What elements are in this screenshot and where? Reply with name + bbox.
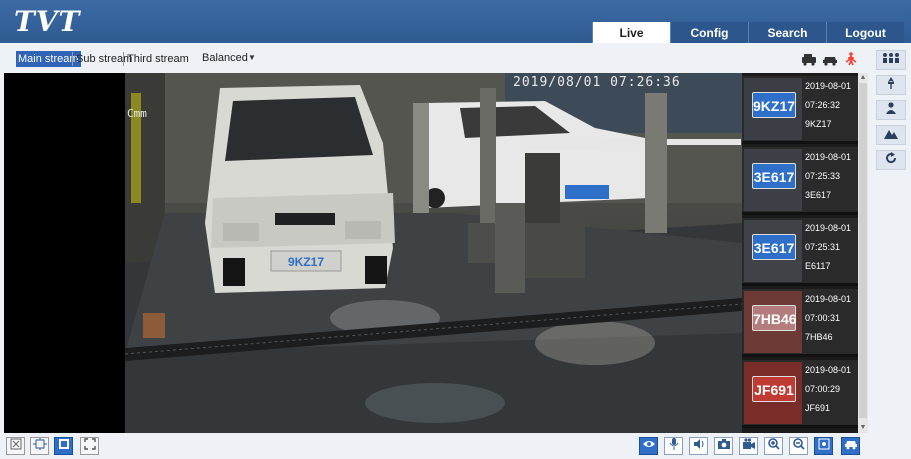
tab-logout[interactable]: Logout [826,22,904,43]
app-window: TVT Live Config Search Logout Main strea… [0,0,911,459]
capture-date: 2019-08-01 [805,152,852,162]
osd-label: Cmm [127,107,147,120]
capture-item[interactable]: 3E617 2019-08-01 07:25:33 3E617 [742,147,862,215]
mountain-icon[interactable] [876,125,906,145]
ptz-icon[interactable] [814,437,833,455]
capture-time: 07:26:32 [805,100,841,110]
capture-time: 07:00:29 [805,384,841,394]
capture-date: 2019-08-01 [805,365,852,375]
capture-date: 2019-08-01 [805,294,852,304]
tab-config[interactable]: Config [670,22,748,43]
person-icon[interactable] [876,100,906,120]
zoom-in-icon[interactable] [764,437,783,455]
tab-search[interactable]: Search [748,22,826,43]
close-window-icon[interactable] [6,437,25,455]
capture-plate-text: 9KZ17 [805,119,832,129]
people-group-icon[interactable] [876,50,906,70]
car-icon[interactable] [822,52,838,66]
capture-thumbnail: 3E617 [744,149,802,211]
chevron-down-icon[interactable]: ▼ [248,53,256,62]
capture-plate-text: 7HB46 [805,332,833,342]
scroll-thumb[interactable] [859,83,867,418]
main-stream-tab[interactable]: Main stream [16,51,81,67]
stream-divider [123,52,124,66]
capture-item[interactable]: JF691 2019-08-01 07:00:29 JF691 [742,360,862,428]
osd-timestamp: 2019/08/01 07:26:36 [513,75,681,90]
plate-image: 7HB46 [752,305,797,331]
speaker-icon[interactable] [689,437,708,455]
svg-text:9KZ17: 9KZ17 [288,255,324,269]
capture-time: 07:25:31 [805,242,841,252]
capture-scrollbar[interactable]: ▲ ▼ [858,73,868,433]
side-panel [869,43,911,459]
stream-toolbar: Main stream Sub stream Third stream Bala… [0,43,868,73]
capture-thumbnail: 9KZ17 [744,78,802,140]
plate-image: 9KZ17 [752,92,796,118]
capture-plate-text: E6117 [805,261,831,271]
fit-window-icon[interactable] [30,437,49,455]
capture-item[interactable]: 9KZ17 2019-08-01 07:26:32 9KZ17 [742,76,862,144]
capture-thumbnail: 3E617 [744,220,802,282]
capture-item[interactable]: 3E617 2019-08-01 07:25:31 E6117 [742,218,862,286]
live-video[interactable]: 9KZ17 2019/08/01 07:26:36 Cmm 9KZ17 2019… [4,73,862,433]
capture-list: 9KZ17 2019-08-01 07:26:32 9KZ17 3E617 20… [742,73,862,433]
bottom-toolbar [0,433,911,459]
tab-live[interactable]: Live [592,22,670,43]
third-stream-tab[interactable]: Third stream [125,51,191,67]
capture-plate-text: JF691 [805,403,831,413]
video-letterbox [4,73,125,433]
capture-time: 07:25:33 [805,171,841,181]
zoom-out-icon[interactable] [789,437,808,455]
camera-feed[interactable]: 9KZ17 2019/08/01 07:26:36 Cmm [125,73,742,433]
microphone-icon[interactable] [664,437,683,455]
scroll-down-icon[interactable]: ▼ [858,423,868,433]
brand-logo: TVT [14,5,81,38]
snapshot-icon[interactable] [714,437,733,455]
quality-select[interactable]: Balanced [202,52,248,64]
capture-date: 2019-08-01 [805,81,852,91]
refresh-icon[interactable] [876,150,906,170]
vehicle-detect-icon[interactable] [801,52,817,66]
fullscreen-icon[interactable] [80,437,99,455]
header-bar: TVT Live Config Search Logout [0,0,911,43]
vehicle-icon[interactable] [841,437,860,455]
capture-time: 07:00:31 [805,313,841,323]
eye-icon[interactable] [639,437,658,455]
plate-image: 3E617 [752,163,796,189]
stream-divider [72,52,73,66]
capture-thumbnail: 7HB46 [744,291,802,353]
scroll-up-icon[interactable]: ▲ [858,73,868,83]
capture-plate-text: 3E617 [805,190,832,200]
single-view-icon[interactable] [54,437,73,455]
camera-scene-graphic: 9KZ17 [125,73,742,433]
person-alarm-icon[interactable] [843,52,859,66]
plate-image: 3E617 [752,234,796,260]
record-icon[interactable] [739,437,758,455]
capture-date: 2019-08-01 [805,223,852,233]
capture-thumbnail: JF691 [744,362,802,424]
main-nav: Live Config Search Logout [592,22,904,43]
plate-image: JF691 [752,376,796,402]
pin-icon[interactable] [876,75,906,95]
capture-item[interactable]: 7HB46 2019-08-01 07:00:31 7HB46 [742,289,862,357]
